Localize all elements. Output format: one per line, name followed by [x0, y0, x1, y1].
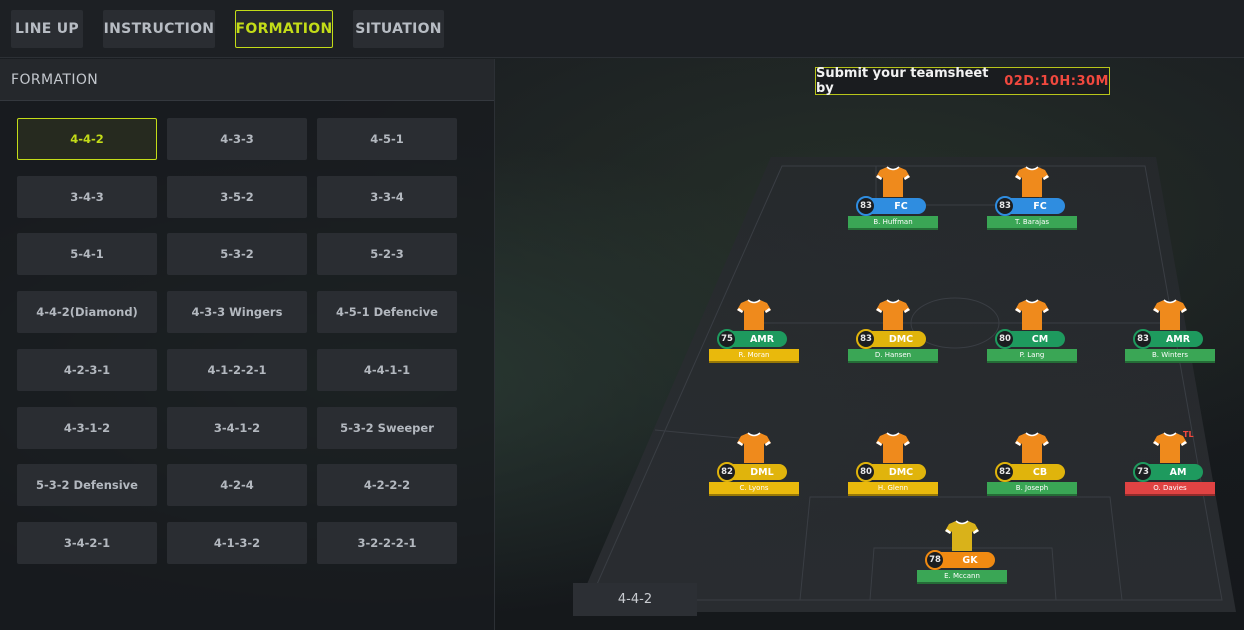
- player-name: T. Barajas: [987, 216, 1077, 230]
- player-rating: 73: [1133, 462, 1153, 482]
- player-name: B. Joseph: [987, 482, 1077, 496]
- player-rating: 83: [1133, 329, 1153, 349]
- jersey-icon: [1153, 299, 1187, 330]
- jersey-icon: [876, 166, 910, 197]
- player-name: H. Glenn: [848, 482, 938, 496]
- player-info-bar: 83 FC: [995, 196, 1065, 216]
- player-position: FC: [894, 200, 908, 212]
- jersey-icon: [1015, 166, 1049, 197]
- player-position: DMC: [888, 333, 914, 345]
- jersey-icon: [737, 299, 771, 330]
- player-info-bar: 83 AMR: [1133, 329, 1203, 349]
- jersey-icon: [1015, 299, 1049, 330]
- player-card[interactable]: 78 GK E. Mccann: [917, 520, 1007, 588]
- player-card[interactable]: 83 DMC D. Hansen: [848, 299, 938, 367]
- player-card[interactable]: 80 DMC H. Glenn: [848, 432, 938, 500]
- player-card[interactable]: 80 CM P. Lang: [987, 299, 1077, 367]
- current-formation-label: 4-4-2: [573, 583, 697, 616]
- player-info-bar: 75 AMR: [717, 329, 787, 349]
- player-info-bar: 83 DMC: [856, 329, 926, 349]
- deadline-label: Submit your teamsheet by: [816, 66, 989, 96]
- player-name: B. Huffman: [848, 216, 938, 230]
- player-name: R. Moran: [709, 349, 799, 363]
- player-info-bar: 80 CM: [995, 329, 1065, 349]
- player-position: DMC: [888, 466, 914, 478]
- player-name: D. Hansen: [848, 349, 938, 363]
- player-rating: 82: [995, 462, 1015, 482]
- player-tag: TL: [1183, 430, 1194, 439]
- player-rating: 82: [717, 462, 737, 482]
- jersey-icon: [737, 432, 771, 463]
- player-info-bar: 82 CB: [995, 462, 1065, 482]
- player-position: DML: [750, 466, 774, 478]
- player-card[interactable]: 82 CB B. Joseph: [987, 432, 1077, 500]
- player-card[interactable]: 75 AMR R. Moran: [709, 299, 799, 367]
- player-card[interactable]: TL 73 AM O. Davies: [1125, 430, 1215, 500]
- player-card[interactable]: 82 DML C. Lyons: [709, 432, 799, 500]
- player-position: FC: [1033, 200, 1047, 212]
- player-info-bar: 83 FC: [856, 196, 926, 216]
- player-info-bar: 82 DML: [717, 462, 787, 482]
- jersey-icon: [1015, 432, 1049, 463]
- player-position: GK: [962, 554, 978, 566]
- jersey-icon: [876, 432, 910, 463]
- player-rating: 83: [856, 196, 876, 216]
- player-info-bar: 78 GK: [925, 550, 995, 570]
- player-card[interactable]: 83 FC B. Huffman: [848, 166, 938, 234]
- teamsheet-deadline: Submit your teamsheet by 02D:10H:30M: [815, 66, 1110, 96]
- player-position: CB: [1032, 466, 1048, 478]
- jersey-icon: [945, 520, 979, 551]
- deadline-countdown: 02D:10H:30M: [1004, 73, 1109, 89]
- player-name: B. Winters: [1125, 349, 1215, 363]
- player-name: O. Davies: [1125, 482, 1215, 496]
- jersey-icon: [876, 299, 910, 330]
- player-rating: 83: [995, 196, 1015, 216]
- player-card[interactable]: 83 FC T. Barajas: [987, 166, 1077, 234]
- player-card[interactable]: 83 AMR B. Winters: [1125, 299, 1215, 367]
- player-rating: 80: [856, 462, 876, 482]
- player-position: AMR: [1165, 333, 1191, 345]
- player-info-bar: 73 AM: [1133, 462, 1203, 482]
- player-rating: 78: [925, 550, 945, 570]
- player-rating: 75: [717, 329, 737, 349]
- player-position: AM: [1169, 466, 1187, 478]
- player-info-bar: 80 DMC: [856, 462, 926, 482]
- player-position: CM: [1031, 333, 1049, 345]
- jersey-icon: [1153, 432, 1187, 463]
- player-rating: 83: [856, 329, 876, 349]
- player-rating: 80: [995, 329, 1015, 349]
- player-name: P. Lang: [987, 349, 1077, 363]
- player-name: C. Lyons: [709, 482, 799, 496]
- player-position: AMR: [749, 333, 775, 345]
- player-name: E. Mccann: [917, 570, 1007, 584]
